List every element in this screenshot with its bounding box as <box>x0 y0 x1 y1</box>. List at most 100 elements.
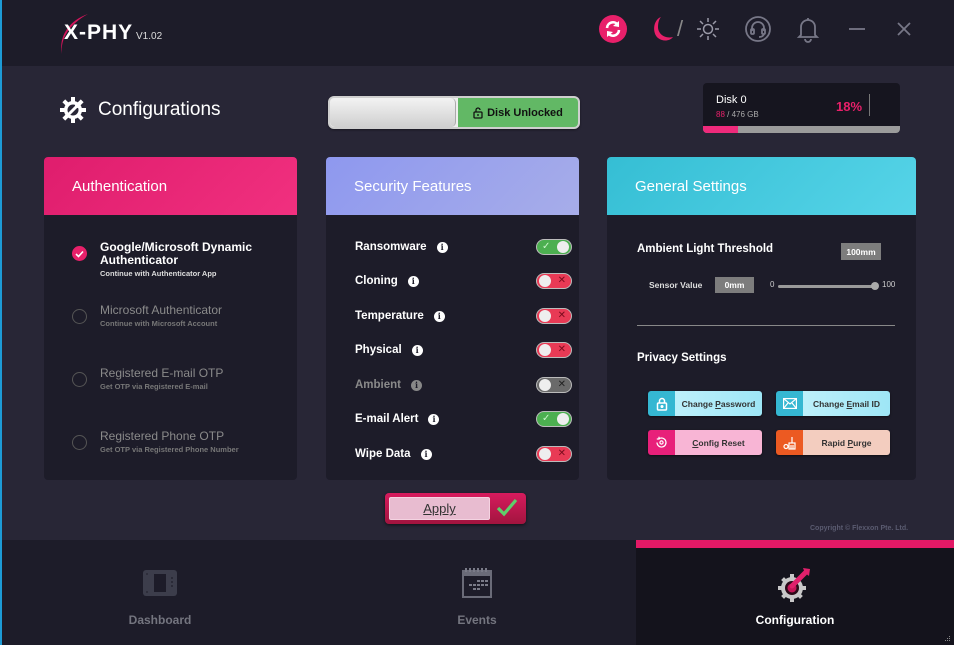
theme-separator: / <box>676 16 684 41</box>
nav-dashboard-label: Dashboard <box>128 613 192 627</box>
light-theme-button[interactable] <box>693 14 723 44</box>
info-icon[interactable]: i <box>411 344 423 356</box>
auth-radio[interactable] <box>72 435 87 450</box>
security-feature-label: Temperature <box>355 310 424 322</box>
nav-dashboard[interactable]: Dashboard <box>2 540 318 645</box>
disk-lock-state: Disk Unlocked <box>458 98 578 127</box>
app-window: X-PHY V1.02 / Configurations Disk Unlock… <box>0 0 954 645</box>
toggle-thumb <box>539 448 551 460</box>
security-feature-label: E-mail Alert <box>355 413 419 425</box>
auth-radio-checked[interactable] <box>72 246 87 261</box>
disk-lock-knob[interactable] <box>330 98 456 127</box>
apply-button[interactable]: Apply <box>385 493 526 524</box>
disk-usage-separator: / <box>724 110 732 119</box>
security-feature-toggle[interactable]: ✕ <box>536 446 572 462</box>
auth-radio[interactable] <box>72 309 87 324</box>
nav-configuration-label: Configuration <box>755 613 835 627</box>
disk-usage-text: 88 / 476 GB <box>716 110 759 119</box>
security-features-title: Security Features <box>326 157 579 215</box>
checkmark-icon <box>496 498 518 517</box>
app-version: V1.02 <box>136 31 163 42</box>
toggle-cross-icon: ✕ <box>557 448 566 459</box>
change-email-button[interactable]: Change Email ID <box>776 391 890 416</box>
security-feature-label: Ambient <box>355 379 401 391</box>
info-icon[interactable]: i <box>436 241 448 253</box>
security-feature-row: Wipe Data i ✕ <box>355 444 572 464</box>
calendar-icon <box>462 568 492 598</box>
info-icon[interactable]: i <box>433 310 445 322</box>
toggle-cross-icon: ✕ <box>557 275 566 286</box>
support-button[interactable] <box>743 14 773 44</box>
broom-icon <box>782 436 796 450</box>
slider-max-label: 100 <box>882 280 896 289</box>
security-feature-toggle[interactable]: ✓ <box>536 239 572 255</box>
disk-used: 88 <box>716 110 725 119</box>
disk-lock-label: Disk Unlocked <box>487 106 563 119</box>
security-feature-row: Physical i ✕ <box>355 340 572 360</box>
security-feature-row: E-mail Alert i ✓ <box>355 409 572 429</box>
security-feature-toggle[interactable]: ✕ <box>536 308 572 324</box>
reset-icon <box>656 436 667 448</box>
auth-option-email-otp[interactable]: Registered E-mail OTP Get OTP via Regist… <box>72 367 270 391</box>
security-feature-toggle[interactable]: ✓ <box>536 411 572 427</box>
toggle-cross-icon: ✕ <box>557 379 566 390</box>
general-settings-title: General Settings <box>607 157 916 215</box>
copyright-text: Copyright © Flexxon Pte. Ltd. <box>810 525 909 532</box>
divider <box>637 325 895 326</box>
notifications-button[interactable] <box>793 14 823 44</box>
moon-icon <box>654 17 673 41</box>
info-icon[interactable]: i <box>428 413 440 425</box>
dashboard-drive-icon <box>143 570 177 596</box>
close-icon <box>897 22 911 36</box>
auth-radio[interactable] <box>72 372 87 387</box>
info-icon[interactable]: i <box>420 448 432 460</box>
nav-events-label: Events <box>457 613 497 627</box>
info-icon[interactable]: i <box>407 275 419 287</box>
disk-percent: 18% <box>836 99 863 114</box>
lock-icon <box>656 397 667 411</box>
resize-grip-icon[interactable] <box>945 636 951 642</box>
gear-wrench-icon <box>60 97 86 123</box>
change-email-label: Change Email ID <box>812 398 881 409</box>
sensor-slider-thumb[interactable] <box>871 282 879 290</box>
minimize-button[interactable] <box>842 14 872 44</box>
disk-divider <box>869 94 870 116</box>
ambient-light-threshold-label: Ambient Light Threshold <box>637 243 774 255</box>
envelope-icon <box>782 398 797 409</box>
security-feature-toggle[interactable]: ✕ <box>536 342 572 358</box>
toggle-thumb <box>539 379 551 391</box>
auth-option-subtitle: Get OTP via Registered Phone Number <box>100 445 239 454</box>
sync-icon <box>599 15 627 43</box>
auth-option-microsoft[interactable]: Microsoft Authenticator Continue with Mi… <box>72 304 270 328</box>
rapid-purge-button[interactable]: Rapid Purge <box>776 430 890 455</box>
sensor-value: 0mm <box>715 277 754 293</box>
minimize-icon <box>849 28 865 30</box>
toggle-thumb <box>539 310 551 322</box>
info-icon[interactable]: i <box>411 379 422 391</box>
security-feature-toggle[interactable]: ✕ <box>536 377 572 393</box>
security-feature-label: Cloning <box>355 275 398 287</box>
rapid-purge-label: Rapid Purge <box>821 437 872 448</box>
toggle-thumb <box>557 413 569 425</box>
close-button[interactable] <box>889 14 919 44</box>
toggle-thumb <box>539 344 551 356</box>
authentication-card: Authentication Google/Microsoft Dynamic … <box>44 157 297 480</box>
title-bar: X-PHY V1.02 / <box>2 0 954 66</box>
nav-configuration[interactable]: Configuration <box>636 540 954 645</box>
page-title: Configurations <box>98 99 221 120</box>
toggle-check-icon: ✓ <box>542 241 551 252</box>
unlock-icon <box>473 106 483 119</box>
app-logo: X-PHY <box>54 12 134 56</box>
sync-button[interactable] <box>598 14 628 44</box>
security-feature-label: Wipe Data <box>355 448 411 460</box>
disk-lock-toggle[interactable]: Disk Unlocked <box>328 96 580 129</box>
ambient-threshold-value[interactable]: 100mm <box>841 243 881 260</box>
auth-option-dynamic[interactable]: Google/Microsoft Dynamic Authenticator C… <box>72 241 270 278</box>
nav-events[interactable]: Events <box>318 540 636 645</box>
security-feature-toggle[interactable]: ✕ <box>536 273 572 289</box>
config-reset-button[interactable]: Config Reset <box>648 430 762 455</box>
auth-option-phone-otp[interactable]: Registered Phone OTP Get OTP via Registe… <box>72 430 270 454</box>
security-feature-label: Physical <box>355 344 402 356</box>
change-password-button[interactable]: Change Password <box>648 391 762 416</box>
sensor-slider[interactable] <box>778 282 879 290</box>
